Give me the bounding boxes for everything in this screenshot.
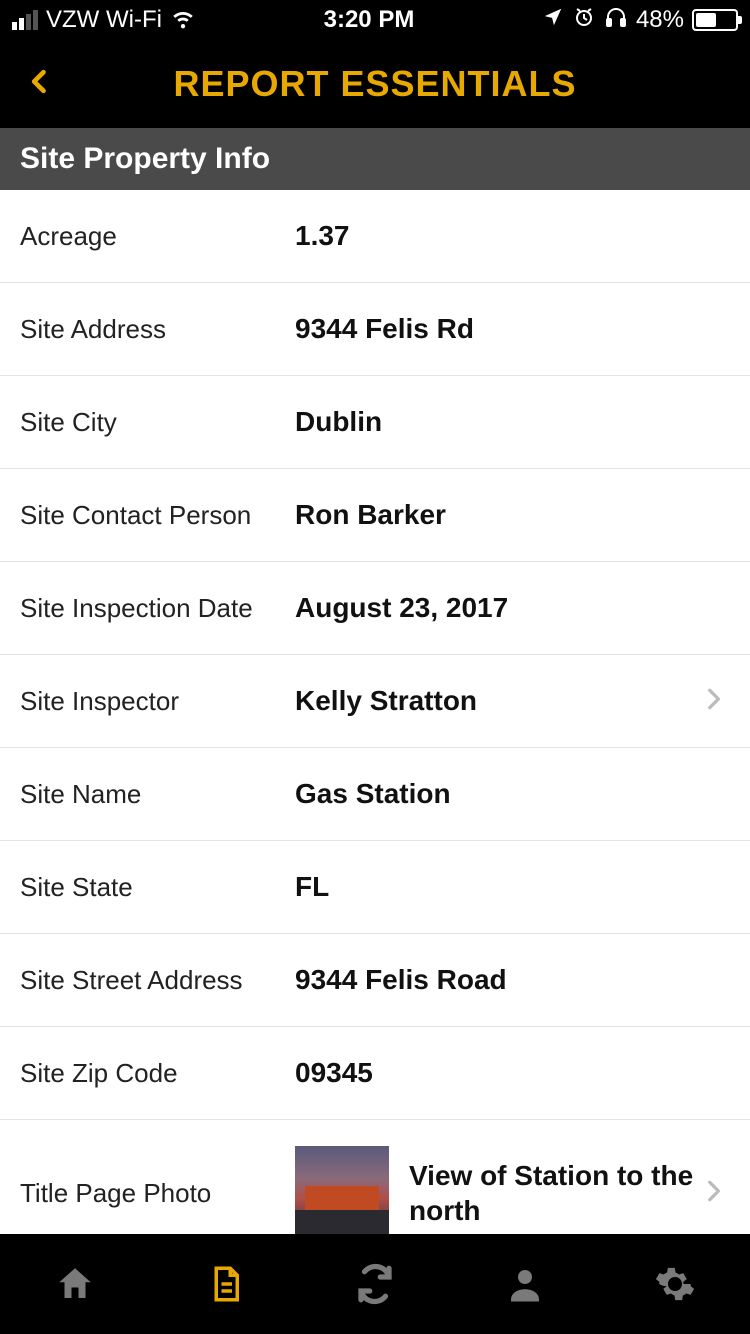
wifi-icon — [170, 4, 196, 37]
battery-pct-label: 48% — [636, 6, 684, 34]
row-label: Acreage — [20, 221, 295, 252]
row-label: Site City — [20, 407, 295, 438]
row-label: Site Contact Person — [20, 500, 295, 531]
row-value: Gas Station — [295, 778, 730, 810]
row-value: View of Station to the north — [409, 1158, 700, 1228]
row-label: Site Zip Code — [20, 1058, 295, 1089]
headphones-icon — [604, 5, 628, 36]
cell-signal-icon — [12, 10, 38, 30]
nav-report[interactable] — [204, 1263, 246, 1305]
chevron-right-icon — [700, 1174, 730, 1213]
row-value: 9344 Felis Road — [295, 964, 730, 996]
row-site-contact-person[interactable]: Site Contact Person Ron Barker — [0, 469, 750, 562]
clock-label: 3:20 PM — [324, 6, 415, 34]
app-header: REPORT ESSENTIALS — [0, 40, 750, 128]
row-value: 1.37 — [295, 220, 730, 252]
row-label: Site Inspector — [20, 686, 295, 717]
row-site-zip-code[interactable]: Site Zip Code 09345 — [0, 1027, 750, 1120]
status-right: 48% — [542, 5, 738, 36]
battery-icon — [692, 9, 738, 31]
row-label: Site Street Address — [20, 965, 295, 996]
row-label: Site Name — [20, 779, 295, 810]
row-acreage[interactable]: Acreage 1.37 — [0, 190, 750, 283]
row-value: Dublin — [295, 406, 730, 438]
row-label: Title Page Photo — [20, 1178, 295, 1209]
chevron-right-icon — [700, 682, 730, 721]
status-left: VZW Wi-Fi — [12, 4, 196, 37]
row-label: Site Inspection Date — [20, 593, 295, 624]
row-value: August 23, 2017 — [295, 592, 730, 624]
photo-thumbnail — [295, 1146, 389, 1234]
row-site-address[interactable]: Site Address 9344 Felis Rd — [0, 283, 750, 376]
property-list: Acreage 1.37 Site Address 9344 Felis Rd … — [0, 190, 750, 1234]
alarm-icon — [572, 5, 596, 36]
row-site-city[interactable]: Site City Dublin — [0, 376, 750, 469]
row-value: Ron Barker — [295, 499, 730, 531]
row-label: Site State — [20, 872, 295, 903]
page-title: REPORT ESSENTIALS — [173, 63, 576, 105]
status-bar: VZW Wi-Fi 3:20 PM 48% — [0, 0, 750, 40]
row-value: Kelly Stratton — [295, 685, 700, 717]
bottom-nav — [0, 1234, 750, 1334]
row-value: 9344 Felis Rd — [295, 313, 730, 345]
section-header: Site Property Info — [0, 128, 750, 190]
carrier-label: VZW Wi-Fi — [46, 6, 162, 34]
row-value: FL — [295, 871, 730, 903]
back-button[interactable] — [26, 63, 54, 106]
row-label: Site Address — [20, 314, 295, 345]
location-icon — [542, 6, 564, 35]
nav-sync[interactable] — [354, 1263, 396, 1305]
content-area: Site Property Info Acreage 1.37 Site Add… — [0, 128, 750, 1234]
nav-home[interactable] — [54, 1263, 96, 1305]
row-value: 09345 — [295, 1057, 730, 1089]
row-title-page-photo[interactable]: Title Page Photo View of Station to the … — [0, 1120, 750, 1234]
row-site-street-address[interactable]: Site Street Address 9344 Felis Road — [0, 934, 750, 1027]
row-site-inspection-date[interactable]: Site Inspection Date August 23, 2017 — [0, 562, 750, 655]
row-site-state[interactable]: Site State FL — [0, 841, 750, 934]
row-site-inspector[interactable]: Site Inspector Kelly Stratton — [0, 655, 750, 748]
row-site-name[interactable]: Site Name Gas Station — [0, 748, 750, 841]
nav-settings[interactable] — [654, 1263, 696, 1305]
battery-level — [696, 13, 716, 27]
nav-profile[interactable] — [504, 1263, 546, 1305]
